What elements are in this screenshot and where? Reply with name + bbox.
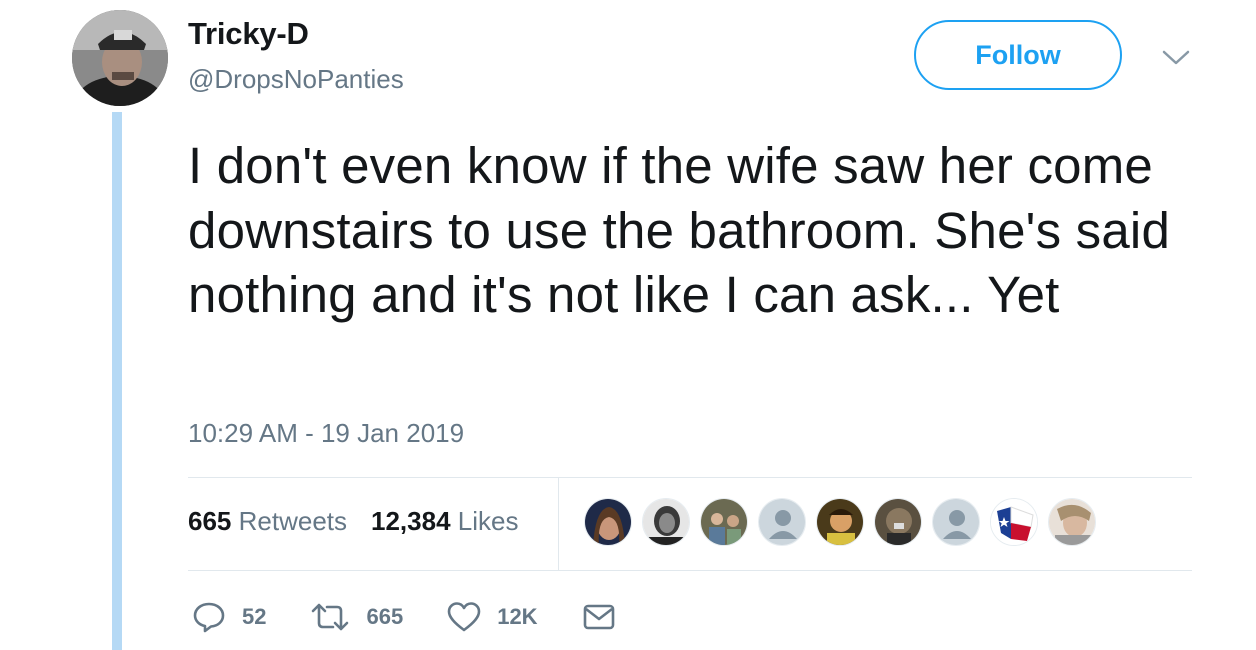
follow-button[interactable]: Follow	[914, 20, 1122, 90]
display-name[interactable]: Tricky-D	[188, 16, 309, 52]
liker-avatar[interactable]	[642, 498, 690, 546]
thread-line	[112, 112, 122, 650]
direct-message-button[interactable]	[582, 602, 616, 632]
retweet-count: 665	[366, 604, 404, 629]
heart-icon	[447, 602, 481, 632]
reply-button[interactable]: 52	[192, 600, 266, 634]
liker-avatars	[584, 498, 1096, 546]
stats-separator	[558, 478, 559, 570]
like-count: 12K	[497, 604, 538, 629]
likes-label: Likes	[457, 506, 519, 536]
liker-avatar[interactable]	[700, 498, 748, 546]
tweet-text: I don't even know if the wife saw her co…	[188, 137, 1171, 323]
reply-count: 52	[242, 604, 267, 629]
reply-icon	[193, 602, 225, 633]
likes-count: 12,384	[371, 506, 451, 536]
retweets-label: Retweets	[238, 506, 348, 536]
divider	[188, 570, 1192, 571]
like-button[interactable]: 12K	[447, 601, 538, 633]
envelope-icon	[583, 604, 614, 630]
tweet-actions: 52 665 12K	[192, 597, 660, 637]
retweet-icon	[312, 603, 349, 631]
chevron-down-icon[interactable]	[1160, 46, 1192, 68]
tweet-timestamp[interactable]: 10:29 AM - 19 Jan 2019	[188, 418, 464, 449]
retweet-button[interactable]: 665	[310, 600, 403, 634]
default-avatar[interactable]	[758, 498, 806, 546]
retweets-stat[interactable]: 665 Retweets	[188, 506, 347, 537]
liker-avatar[interactable]	[1048, 498, 1096, 546]
default-avatar[interactable]	[932, 498, 980, 546]
tweet-stats: 665 Retweets 12,384 Likes	[188, 506, 518, 537]
liker-avatar[interactable]	[816, 498, 864, 546]
retweets-count: 665	[188, 506, 232, 536]
divider	[188, 477, 1192, 478]
liker-avatar[interactable]	[874, 498, 922, 546]
likes-stat[interactable]: 12,384 Likes	[371, 506, 518, 537]
texas-flag-avatar[interactable]	[990, 498, 1038, 546]
user-avatar[interactable]	[72, 10, 168, 106]
liker-avatar[interactable]	[584, 498, 632, 546]
user-handle[interactable]: @DropsNoPanties	[188, 64, 404, 95]
